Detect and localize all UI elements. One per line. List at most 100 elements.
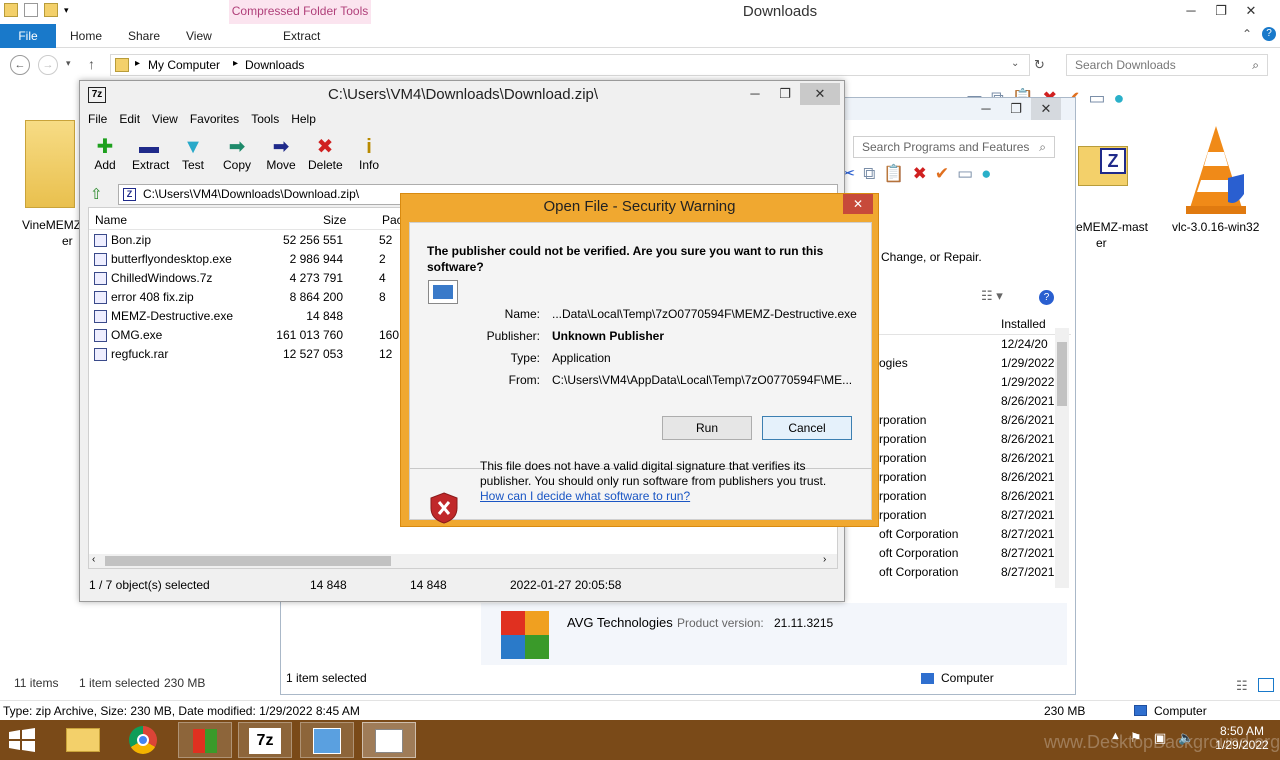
taskbar: 7z www.DesktopBackground.org ▲ ⚑ ▣ 🔈 8:5…	[0, 720, 1280, 760]
tab-extract[interactable]: Extract	[283, 24, 320, 48]
run-button[interactable]: Run	[662, 416, 752, 440]
search-input[interactable]: Search Downloads ⌕	[1066, 54, 1268, 76]
tab-file[interactable]: File	[0, 24, 56, 48]
rename-icon[interactable]: ▭	[957, 164, 973, 184]
scroll-right-icon[interactable]: ›	[823, 554, 826, 565]
menu-help[interactable]: Help	[291, 112, 316, 126]
file-icon	[94, 272, 107, 285]
breadcrumb-my-computer[interactable]: My Computer	[148, 58, 220, 72]
new-document-icon[interactable]	[24, 3, 38, 17]
new-folder-icon[interactable]	[44, 3, 58, 17]
file-size: 8 864 200	[289, 290, 343, 304]
dialog-close-button[interactable]: ✕	[843, 194, 873, 214]
menu-view[interactable]: View	[152, 112, 178, 126]
recent-locations-icon[interactable]: ▾	[66, 58, 71, 69]
file-name: MEMZ-Destructive.exe	[111, 309, 234, 323]
close-icon[interactable]: ✕	[1031, 98, 1061, 120]
column-installed[interactable]: Installed	[1001, 317, 1046, 331]
menu-edit[interactable]: Edit	[119, 112, 140, 126]
taskbar-explorer[interactable]	[56, 722, 110, 758]
programs-search-input[interactable]: Search Programs and Features ⌕	[853, 136, 1055, 158]
globe-icon[interactable]: ●	[981, 164, 991, 184]
taskbar-7zip[interactable]: 7z	[238, 722, 292, 758]
menu-file[interactable]: File	[88, 112, 107, 126]
toolbar-extract-button[interactable]: ▬ Extract	[132, 136, 169, 172]
network-icon[interactable]: ▣	[1154, 730, 1166, 746]
maximize-icon[interactable]: ❐	[1001, 98, 1031, 120]
up-folder-icon[interactable]: ⇧	[90, 185, 103, 203]
copy-icon[interactable]: ⧉	[863, 164, 875, 184]
clock[interactable]: 8:50 AM 1/29/2022	[1212, 724, 1272, 752]
chevron-up-icon[interactable]: ⌃	[1242, 27, 1252, 41]
toolbar-copy-button[interactable]: ➡ Copy	[220, 136, 254, 172]
large-icons-view-icon[interactable]	[1258, 678, 1274, 692]
rename-icon[interactable]: ▭	[1088, 88, 1105, 109]
file-packed-size: 52	[379, 233, 393, 247]
horizontal-scrollbar[interactable]: ‹ ›	[89, 554, 837, 568]
back-button[interactable]: ←	[10, 55, 30, 75]
help-icon[interactable]: ?	[1262, 27, 1276, 41]
volume-icon[interactable]: 🔈	[1178, 730, 1194, 746]
taskbar-chrome[interactable]	[116, 722, 170, 758]
cancel-button[interactable]: Cancel	[762, 416, 852, 440]
scroll-left-icon[interactable]: ‹	[92, 554, 95, 565]
toolbar-move-button[interactable]: ➡ Move	[264, 136, 298, 172]
program-installed-date: 8/27/2021	[1001, 527, 1055, 541]
up-arrow-icon[interactable]: ↑	[88, 56, 95, 72]
properties-icon[interactable]	[4, 3, 18, 17]
chevron-down-icon[interactable]: ▾	[64, 5, 69, 16]
toolbar-test-button[interactable]: ▼ Test	[176, 136, 210, 172]
minimize-icon[interactable]: ─	[971, 98, 1001, 120]
breadcrumb-downloads[interactable]: Downloads	[245, 58, 304, 72]
details-view-icon[interactable]: ☷	[1236, 678, 1248, 694]
program-installed-date: 12/24/20	[1001, 337, 1048, 351]
address-bar[interactable]: ▸ My Computer ▸ Downloads ⌄	[110, 54, 1030, 76]
delete-icon[interactable]: ✖	[913, 164, 927, 184]
view-options-icon[interactable]: ☷ ▾	[981, 288, 1003, 304]
maximize-icon[interactable]: ❐	[770, 83, 800, 105]
vertical-scrollbar[interactable]	[1055, 328, 1069, 588]
forward-button[interactable]: →	[38, 55, 58, 75]
minimize-icon[interactable]: ─	[740, 83, 770, 105]
start-button[interactable]	[8, 728, 36, 755]
tab-home[interactable]: Home	[70, 24, 102, 48]
taskbar-security-warning[interactable]	[362, 722, 416, 758]
taskbar-control-panel[interactable]	[300, 722, 354, 758]
show-hidden-icons[interactable]: ▲	[1110, 730, 1121, 742]
toolbar-label: Add	[94, 158, 116, 172]
column-size[interactable]: Size	[323, 213, 346, 227]
minimize-icon[interactable]: ─	[1176, 0, 1206, 22]
taskbar-programs[interactable]	[178, 722, 232, 758]
check-icon[interactable]: ✔	[935, 164, 949, 184]
compressed-folder-tools-tab[interactable]: Compressed Folder Tools	[229, 0, 371, 24]
close-icon[interactable]: ✕	[1236, 0, 1266, 22]
file-item-vlc[interactable]: vlc-3.0.16-win32	[1166, 122, 1266, 234]
menu-tools[interactable]: Tools	[251, 112, 279, 126]
toolbar-delete-button[interactable]: ✖ Delete	[308, 136, 343, 172]
column-name[interactable]: Name	[95, 213, 127, 227]
tab-view[interactable]: View	[186, 24, 212, 48]
help-link[interactable]: How can I decide what software to run?	[480, 489, 860, 504]
maximize-icon[interactable]: ❐	[1206, 0, 1236, 22]
chevron-down-icon[interactable]: ⌄	[1011, 58, 1019, 69]
globe-icon[interactable]: ●	[1114, 88, 1125, 109]
paste-icon[interactable]: 📋	[883, 164, 904, 184]
toolbar-add-button[interactable]: ✚ Add	[88, 136, 122, 172]
help-icon[interactable]: ?	[1039, 290, 1054, 305]
close-icon[interactable]: ✕	[800, 83, 840, 105]
program-installed-date: 1/29/2022	[1001, 375, 1055, 389]
file-item-vinememzer[interactable]: VineMEMZ er	[18, 120, 82, 248]
tab-share[interactable]: Share	[128, 24, 160, 48]
field-label: Publisher:	[486, 329, 540, 343]
menu-favorites[interactable]: Favorites	[190, 112, 239, 126]
move-arrow-icon: ➡	[272, 136, 290, 158]
refresh-icon[interactable]: ↻	[1034, 57, 1045, 73]
program-installed-date: 8/27/2021	[1001, 508, 1055, 522]
toolbar-info-button[interactable]: i Info	[352, 136, 386, 172]
scrollbar-thumb[interactable]	[1057, 342, 1067, 406]
file-item-vinememz-master[interactable]: Z eMEMZ-mast er	[1074, 122, 1150, 250]
scrollbar-thumb[interactable]	[105, 556, 391, 566]
action-center-icon[interactable]: ⚑	[1130, 730, 1142, 746]
field-label: Type:	[510, 351, 540, 365]
toolbar-label: Info	[358, 158, 379, 172]
